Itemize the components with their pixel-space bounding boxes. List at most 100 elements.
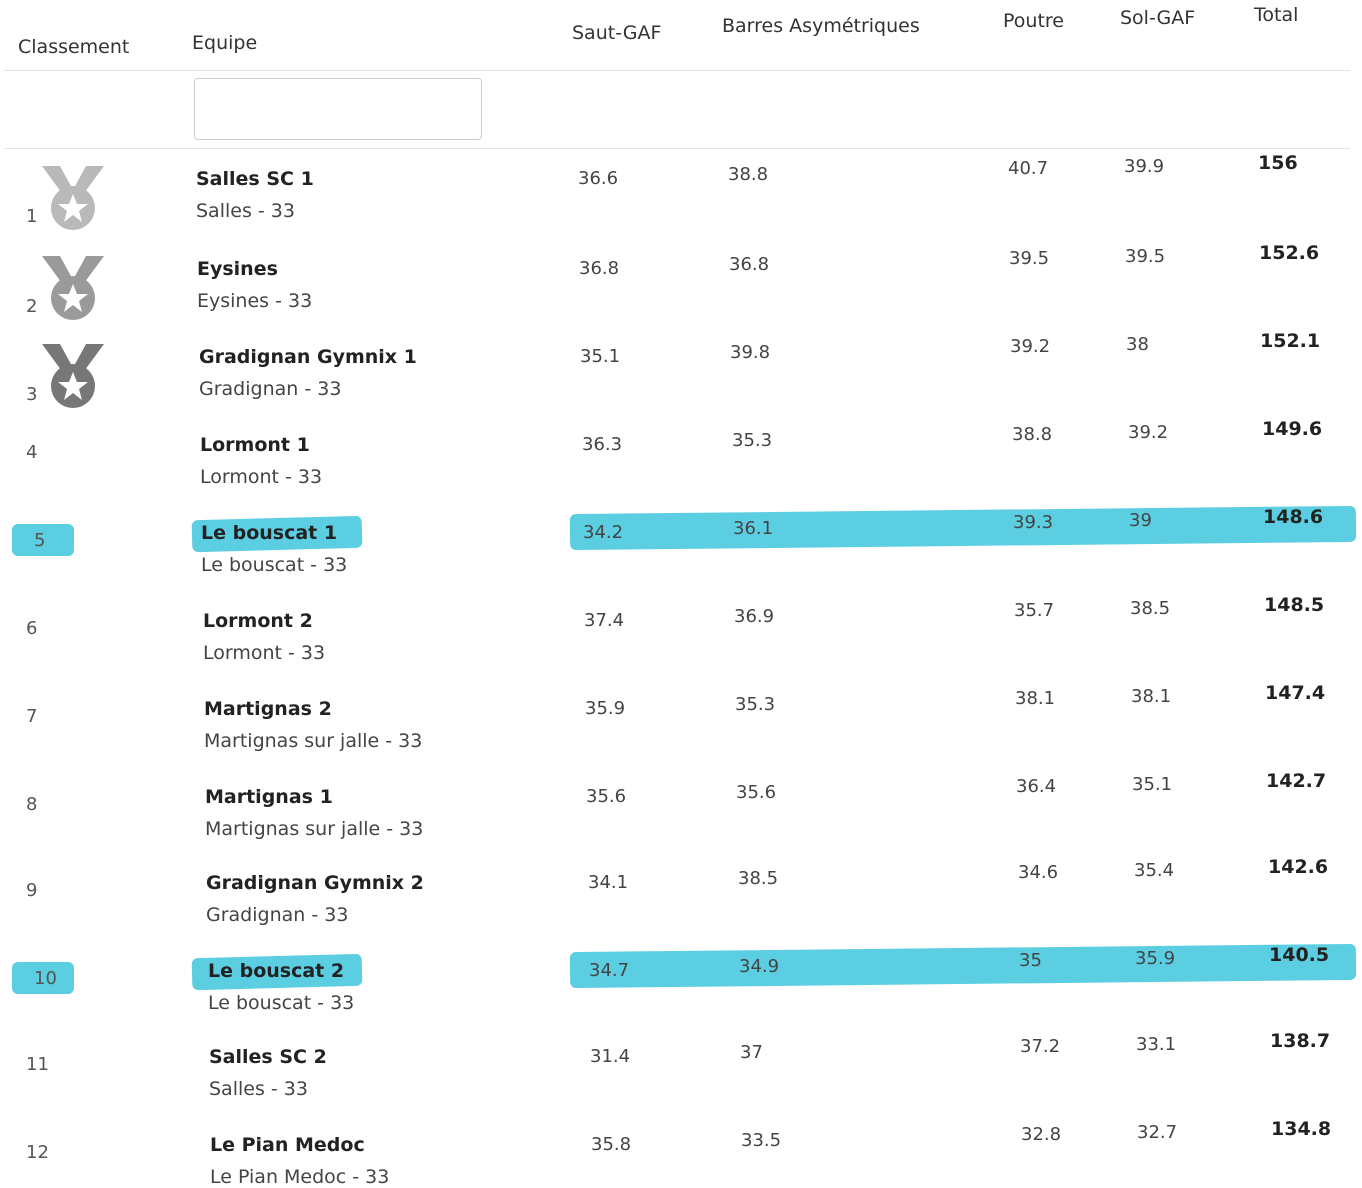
score-total: 156 — [1258, 152, 1298, 174]
score-vault: 35.1 — [580, 346, 621, 367]
score-total: 142.6 — [1268, 856, 1329, 878]
team-name[interactable]: Martignas 2 — [204, 698, 332, 720]
score-vault: 34.7 — [589, 960, 630, 981]
team-club: Eysines - 33 — [197, 290, 313, 312]
score-beam: 39.3 — [1013, 512, 1054, 533]
team-name[interactable]: Le Pian Medoc — [210, 1134, 365, 1156]
score-total: 152.6 — [1259, 242, 1320, 264]
score-bars: 38.8 — [728, 164, 769, 185]
team-club: Martignas sur jalle - 33 — [204, 730, 423, 752]
header-classement[interactable]: Classement — [18, 36, 129, 58]
rank-number: 9 — [26, 880, 38, 901]
header-total[interactable]: Total — [1254, 4, 1298, 26]
score-total: 148.6 — [1263, 506, 1324, 528]
team-name[interactable]: Le bouscat 1 — [201, 522, 337, 544]
score-floor: 38.1 — [1131, 686, 1172, 707]
score-bars: 36.8 — [729, 254, 770, 275]
score-bars: 35.6 — [736, 782, 777, 803]
medal-1-icon — [38, 162, 108, 234]
score-total: 152.1 — [1260, 330, 1321, 352]
header-barres[interactable]: Barres Asymétriques — [722, 15, 920, 37]
header-divider — [4, 70, 1350, 71]
score-floor: 35.1 — [1132, 774, 1173, 795]
team-club: Salles - 33 — [196, 200, 295, 222]
score-bars: 39.8 — [730, 342, 771, 363]
score-bars: 37 — [740, 1042, 763, 1063]
score-vault: 34.1 — [588, 872, 629, 893]
score-floor: 35.4 — [1134, 860, 1175, 881]
score-vault: 36.6 — [578, 168, 619, 189]
team-club: Gradignan - 33 — [206, 904, 349, 926]
medal-2-icon — [38, 252, 108, 324]
team-name[interactable]: Salles SC 2 — [209, 1046, 327, 1068]
score-beam: 39.2 — [1010, 336, 1051, 357]
medal-3-icon — [38, 340, 108, 412]
score-floor: 38.5 — [1130, 598, 1171, 619]
rank-number: 7 — [26, 706, 38, 727]
rank-number: 4 — [26, 442, 38, 463]
row-highlight-marker — [569, 505, 1357, 551]
rank-number: 12 — [26, 1142, 49, 1163]
header-saut[interactable]: Saut-GAF — [572, 22, 661, 44]
score-vault: 37.4 — [584, 610, 625, 631]
header-equipe[interactable]: Equipe — [192, 32, 257, 54]
score-bars: 34.9 — [739, 956, 780, 977]
header-sol[interactable]: Sol-GAF — [1120, 7, 1195, 29]
rank-number: 5 — [34, 530, 46, 551]
rank-number: 1 — [26, 206, 38, 227]
score-beam: 35 — [1019, 950, 1042, 971]
score-vault: 36.3 — [582, 434, 623, 455]
header-poutre[interactable]: Poutre — [1003, 10, 1064, 32]
score-floor: 38 — [1126, 334, 1149, 355]
score-bars: 33.5 — [741, 1130, 782, 1151]
score-beam: 38.8 — [1012, 424, 1053, 445]
score-bars: 35.3 — [732, 430, 773, 451]
score-total: 134.8 — [1271, 1118, 1332, 1140]
score-beam: 36.4 — [1016, 776, 1057, 797]
rank-number: 6 — [26, 618, 38, 639]
team-name[interactable]: Gradignan Gymnix 2 — [206, 872, 424, 894]
score-floor: 39.2 — [1128, 422, 1169, 443]
team-name[interactable]: Gradignan Gymnix 1 — [199, 346, 417, 368]
team-name[interactable]: Martignas 1 — [205, 786, 333, 808]
score-vault: 35.9 — [585, 698, 626, 719]
score-floor: 32.7 — [1137, 1122, 1178, 1143]
score-floor: 39.5 — [1125, 246, 1166, 267]
score-vault: 35.8 — [591, 1134, 632, 1155]
rank-number: 8 — [26, 794, 38, 815]
team-name[interactable]: Eysines — [197, 258, 278, 280]
ranking-table: Classement Equipe Saut-GAF Barres Asymét… — [0, 0, 1362, 1188]
row-highlight-marker — [569, 943, 1357, 989]
team-club: Lormont - 33 — [200, 466, 323, 488]
team-club: Le bouscat - 33 — [208, 992, 355, 1014]
filter-divider — [4, 148, 1350, 149]
score-beam: 37.2 — [1020, 1036, 1061, 1057]
score-beam: 34.6 — [1018, 862, 1059, 883]
team-club: Salles - 33 — [209, 1078, 308, 1100]
score-total: 148.5 — [1264, 594, 1325, 616]
team-club: Le bouscat - 33 — [201, 554, 348, 576]
score-total: 138.7 — [1270, 1030, 1331, 1052]
score-beam: 32.8 — [1021, 1124, 1062, 1145]
score-vault: 36.8 — [579, 258, 620, 279]
score-vault: 35.6 — [586, 786, 627, 807]
score-floor: 39 — [1129, 510, 1152, 531]
score-total: 140.5 — [1269, 944, 1330, 966]
score-bars: 36.9 — [734, 606, 775, 627]
team-filter-input[interactable] — [194, 78, 482, 140]
score-beam: 38.1 — [1015, 688, 1056, 709]
score-floor: 35.9 — [1135, 948, 1176, 969]
team-name[interactable]: Salles SC 1 — [196, 168, 314, 190]
team-name[interactable]: Lormont 1 — [200, 434, 310, 456]
score-bars: 35.3 — [735, 694, 776, 715]
team-name[interactable]: Lormont 2 — [203, 610, 313, 632]
score-beam: 39.5 — [1009, 248, 1050, 269]
team-name[interactable]: Le bouscat 2 — [208, 960, 344, 982]
score-beam: 40.7 — [1008, 158, 1049, 179]
score-bars: 36.1 — [733, 518, 774, 539]
score-vault: 31.4 — [590, 1046, 631, 1067]
score-total: 142.7 — [1266, 770, 1327, 792]
team-club: Gradignan - 33 — [199, 378, 342, 400]
score-total: 147.4 — [1265, 682, 1326, 704]
score-beam: 35.7 — [1014, 600, 1055, 621]
